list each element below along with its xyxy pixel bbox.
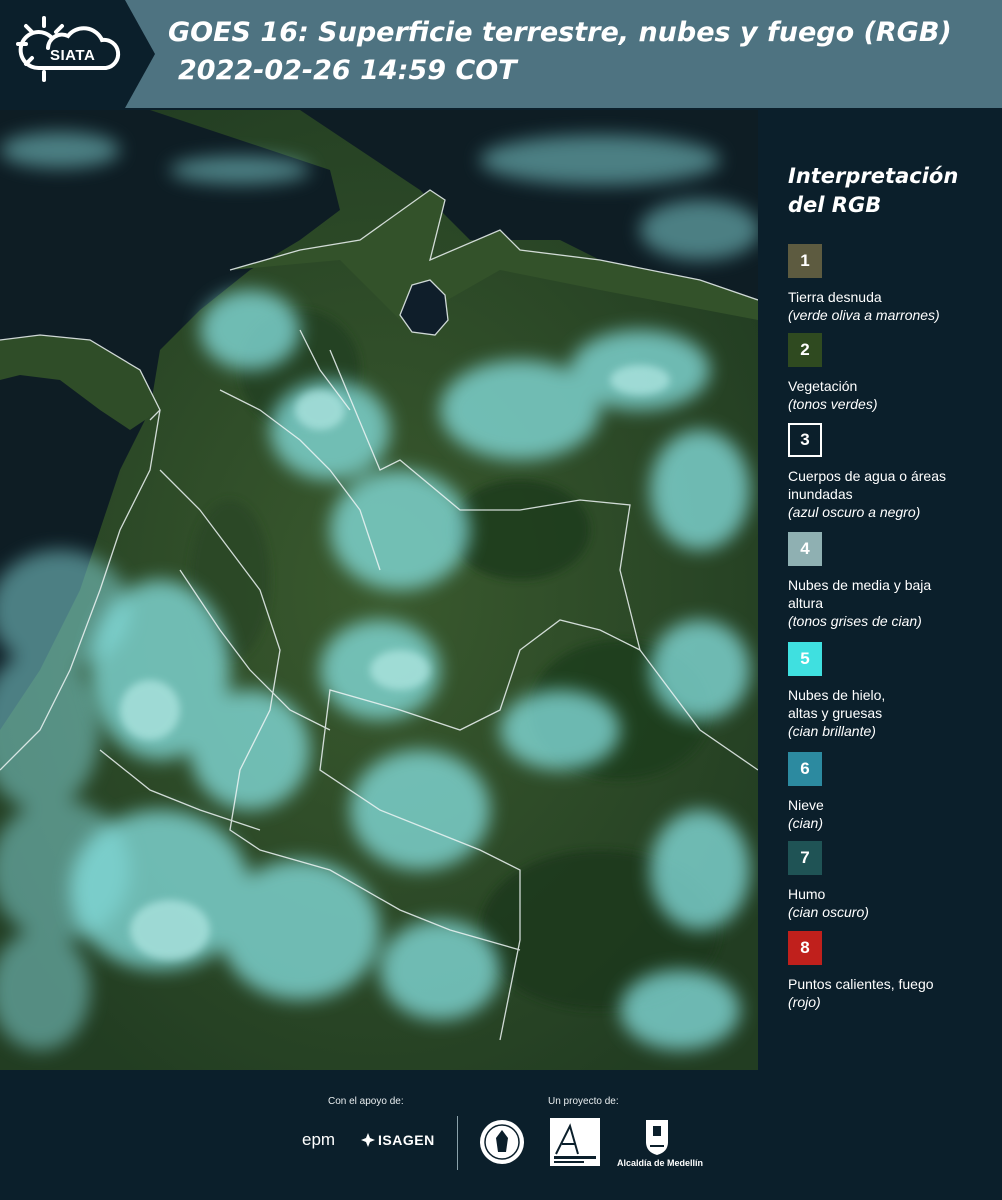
legend-item-smoke: 7 Humo (cian oscuro) xyxy=(788,841,998,921)
legend-item-label: Tierra desnuda xyxy=(788,289,882,305)
area-metropolitana-logo-icon[interactable] xyxy=(550,1118,600,1166)
legend-item-desc: (tonos verdes) xyxy=(788,396,878,412)
page-title: GOES 16: Superficie terrestre, nubes y f… xyxy=(168,17,952,48)
legend-item-desc: (azul oscuro a negro) xyxy=(788,504,921,520)
footer-divider xyxy=(457,1116,458,1170)
epm-logo[interactable]: epm xyxy=(302,1130,335,1150)
legend-title: Interpretación del RGB xyxy=(788,164,959,217)
siata-logo-text: SIATA xyxy=(50,47,96,64)
legend-swatch: 5 xyxy=(788,642,822,676)
legend-swatch: 4 xyxy=(788,532,822,566)
legend-item-snow: 6 Nieve (cian) xyxy=(788,752,998,832)
legend-item-label: Vegetación xyxy=(788,378,858,394)
legend-item-hotspots: 8 Puntos calientes, fuego (rojo) xyxy=(788,931,998,1011)
isagen-logo[interactable]: ISAGEN xyxy=(378,1132,435,1148)
siata-logo[interactable]: SIATA xyxy=(0,0,155,108)
legend-item-desc: (cian brillante) xyxy=(788,723,876,739)
legend-item-label: Nubes de media y baja altura xyxy=(788,577,932,611)
legend-panel: Interpretación del RGB 1 Tierra desnuda … xyxy=(760,110,1002,1070)
legend-item-mid-low-clouds: 4 Nubes de media y baja altura (tonos gr… xyxy=(788,532,998,630)
legend-item-desc: (cian) xyxy=(788,815,824,831)
legend-swatch: 3 xyxy=(788,423,822,457)
legend-item-desc: (verde oliva a marrones) xyxy=(788,307,940,323)
satellite-map[interactable] xyxy=(0,110,758,1070)
legend-item-desc: (cian oscuro) xyxy=(788,904,869,920)
alcaldia-text[interactable]: Alcaldía de Medellín xyxy=(610,1158,710,1168)
legend-item-bare-soil: 1 Tierra desnuda (verde oliva a marrones… xyxy=(788,244,998,324)
footer: Con el apoyo de: Un proyecto de: epm ISA… xyxy=(0,1070,1002,1200)
legend-item-vegetation: 2 Vegetación (tonos verdes) xyxy=(788,333,998,413)
legend-item-desc: (tonos grises de cian) xyxy=(788,613,922,629)
legend-item-label: Nieve xyxy=(788,797,824,813)
university-seal-icon[interactable] xyxy=(478,1118,526,1166)
project-label: Un proyecto de: xyxy=(548,1096,619,1107)
legend-swatch: 6 xyxy=(788,752,822,786)
legend-swatch: 8 xyxy=(788,931,822,965)
legend-item-label: Nubes de hielo, altas y gruesas xyxy=(788,687,886,721)
legend-item-label: Humo xyxy=(788,886,826,902)
legend-item-water: 3 Cuerpos de agua o áreas inundadas (azu… xyxy=(788,423,998,521)
legend-item-desc: (rojo) xyxy=(788,994,821,1010)
legend-item-ice-clouds: 5 Nubes de hielo, altas y gruesas (cian … xyxy=(788,642,998,740)
legend-swatch: 2 xyxy=(788,333,822,367)
timestamp: 2022-02-26 14:59 COT xyxy=(178,55,517,86)
isagen-icon xyxy=(361,1133,375,1147)
legend-item-label: Cuerpos de agua o áreas inundadas xyxy=(788,468,946,502)
satellite-rgb-image xyxy=(0,110,758,1070)
support-label: Con el apoyo de: xyxy=(328,1096,404,1107)
legend-swatch: 7 xyxy=(788,841,822,875)
header: SIATA GOES 16: Superficie terrestre, nub… xyxy=(0,0,1002,108)
legend-item-label: Puntos calientes, fuego xyxy=(788,976,934,992)
legend-swatch: 1 xyxy=(788,244,822,278)
medellin-coat-of-arms-icon[interactable] xyxy=(644,1118,670,1156)
